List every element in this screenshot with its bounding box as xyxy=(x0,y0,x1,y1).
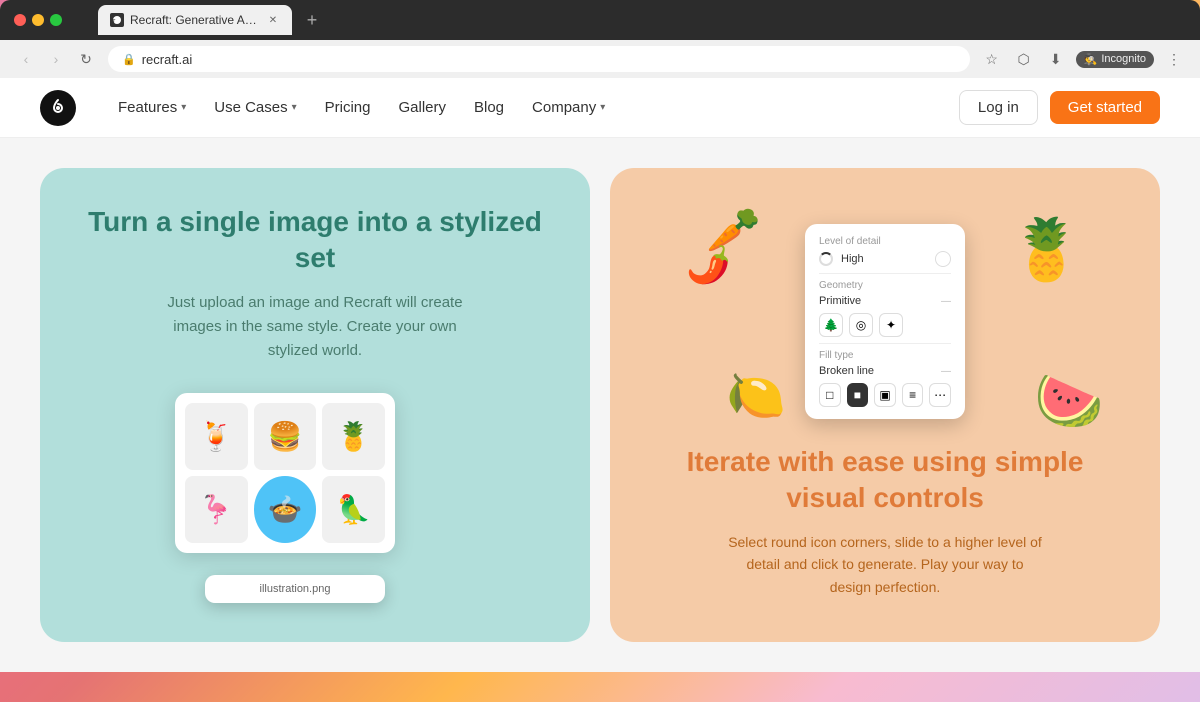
grid-item-2: 🍔 xyxy=(254,403,317,470)
nav-pricing[interactable]: Pricing xyxy=(313,91,383,124)
geometry-icon-circle[interactable]: ◎ xyxy=(849,313,873,337)
incognito-label: Incognito xyxy=(1101,53,1146,65)
tab-close-button[interactable]: ✕ xyxy=(266,13,280,27)
toolbar-actions: ☆ ⬡ ⬇ 🕵 Incognito ⋮ xyxy=(980,47,1186,71)
geometry-label: Geometry xyxy=(819,280,951,291)
right-card-title: Iterate with ease using simple visual co… xyxy=(646,444,1124,517)
level-of-detail-row: High xyxy=(819,251,951,267)
browser-window: r Recraft: Generative AI Desig… ✕ + ‹ › … xyxy=(0,0,1200,78)
filename-overlay: illustration.png xyxy=(205,575,385,603)
grid-item-1: 🍹 xyxy=(185,403,248,470)
fruit-lemon: 🍋 xyxy=(726,367,786,424)
maximize-button[interactable] xyxy=(50,14,62,26)
spinner-icon xyxy=(819,252,833,266)
website-content: Features ▾ Use Cases ▾ Pricing Gallery B… xyxy=(0,78,1200,672)
geometry-dash: — xyxy=(941,296,951,307)
forward-button[interactable]: › xyxy=(44,47,68,71)
fill-type-icons: □ ■ ▣ ≡ ⋯ xyxy=(819,383,951,407)
toggle-off[interactable] xyxy=(935,251,951,267)
chevron-down-icon: ▾ xyxy=(181,102,186,113)
hero-section: Turn a single image into a stylized set … xyxy=(0,138,1200,672)
level-of-detail-label: Level of detail xyxy=(819,236,951,247)
reload-button[interactable]: ↻ xyxy=(74,47,98,71)
nav-actions: Log in Get started xyxy=(959,90,1160,125)
address-input[interactable]: 🔒 recraft.ai xyxy=(108,46,970,72)
minimize-button[interactable] xyxy=(32,14,44,26)
get-started-button[interactable]: Get started xyxy=(1050,91,1160,124)
extensions-icon[interactable]: ⬡ xyxy=(1012,47,1036,71)
download-icon[interactable]: ⬇ xyxy=(1044,47,1068,71)
nav-buttons: ‹ › ↻ xyxy=(14,47,98,71)
fruit-pepper: 🌶️ xyxy=(686,244,731,286)
logo[interactable] xyxy=(40,90,76,126)
divider-1 xyxy=(819,273,951,274)
bookmark-icon[interactable]: ☆ xyxy=(980,47,1004,71)
filename-text: illustration.png xyxy=(217,583,373,595)
fill-type-row: Broken line — xyxy=(819,365,951,377)
image-grid-wrapper: 🍹 🍔 🍍 🦩 🍲 🦜 illustration.png xyxy=(175,393,455,593)
menu-icon[interactable]: ⋮ xyxy=(1162,47,1186,71)
fill-icon-filled[interactable]: ■ xyxy=(847,383,869,407)
nav-links: Features ▾ Use Cases ▾ Pricing Gallery B… xyxy=(106,91,959,124)
incognito-badge: 🕵 Incognito xyxy=(1076,51,1154,68)
left-card-description: Just upload an image and Recraft will cr… xyxy=(155,291,475,363)
chevron-down-icon: ▾ xyxy=(292,102,297,113)
fruit-watermelon: 🍉 xyxy=(1034,368,1104,434)
fill-icon-gradient[interactable]: ▣ xyxy=(874,383,896,407)
fill-type-value: Broken line xyxy=(819,365,874,377)
grid-item-3: 🍍 xyxy=(322,403,385,470)
login-button[interactable]: Log in xyxy=(959,90,1038,125)
left-card-title: Turn a single image into a stylized set xyxy=(76,204,554,277)
geometry-value: Primitive xyxy=(819,295,861,307)
fruit-pineapple: 🍍 xyxy=(1009,214,1084,285)
nav-gallery[interactable]: Gallery xyxy=(386,91,458,124)
logo-icon xyxy=(40,90,76,126)
fill-icon-square[interactable]: □ xyxy=(819,383,841,407)
back-button[interactable]: ‹ xyxy=(14,47,38,71)
right-feature-card: 🍍 🍉 🍋 🥕 🌶️ Level of detail High xyxy=(610,168,1160,642)
nav-use-cases[interactable]: Use Cases ▾ xyxy=(202,91,308,124)
grid-item-4: 🦩 xyxy=(185,476,248,543)
grid-item-6: 🦜 xyxy=(322,476,385,543)
fill-icon-lines[interactable]: ≡ xyxy=(902,383,924,407)
fruit-illustration: 🍍 🍉 🍋 🥕 🌶️ Level of detail High xyxy=(646,204,1124,434)
geometry-icons: 🌲 ◎ ✦ xyxy=(819,313,951,337)
nav-blog[interactable]: Blog xyxy=(462,91,516,124)
title-bar: r Recraft: Generative AI Desig… ✕ + xyxy=(0,0,1200,40)
nav-features[interactable]: Features ▾ xyxy=(106,91,198,124)
level-of-detail-value: High xyxy=(841,253,864,265)
url-text: recraft.ai xyxy=(142,52,193,67)
controls-panel: Level of detail High Geometry Primitive … xyxy=(805,224,965,419)
browser-tab-active[interactable]: r Recraft: Generative AI Desig… ✕ xyxy=(98,5,292,35)
fill-icon-dots[interactable]: ⋯ xyxy=(929,383,951,407)
divider-2 xyxy=(819,343,951,344)
left-feature-card: Turn a single image into a stylized set … xyxy=(40,168,590,642)
new-tab-button[interactable]: + xyxy=(300,8,324,32)
close-button[interactable] xyxy=(14,14,26,26)
image-grid: 🍹 🍔 🍍 🦩 🍲 🦜 xyxy=(175,393,395,553)
chevron-down-icon: ▾ xyxy=(600,102,605,113)
incognito-icon: 🕵 xyxy=(1084,53,1098,66)
fill-type-dash: — xyxy=(941,366,951,377)
traffic-lights xyxy=(14,14,62,26)
right-card-description: Select round icon corners, slide to a hi… xyxy=(725,531,1045,598)
nav-company[interactable]: Company ▾ xyxy=(520,91,617,124)
tab-title: Recraft: Generative AI Desig… xyxy=(130,13,260,27)
navbar: Features ▾ Use Cases ▾ Pricing Gallery B… xyxy=(0,78,1200,138)
lock-icon: 🔒 xyxy=(122,53,136,66)
grid-item-5: 🍲 xyxy=(254,476,317,543)
fill-type-label: Fill type xyxy=(819,350,951,361)
geometry-icon-star[interactable]: ✦ xyxy=(879,313,903,337)
address-bar-row: ‹ › ↻ 🔒 recraft.ai ☆ ⬡ ⬇ 🕵 Incognito ⋮ xyxy=(0,40,1200,78)
geometry-icon-tree[interactable]: 🌲 xyxy=(819,313,843,337)
tab-favicon: r xyxy=(110,13,124,27)
geometry-row: Primitive — xyxy=(819,295,951,307)
